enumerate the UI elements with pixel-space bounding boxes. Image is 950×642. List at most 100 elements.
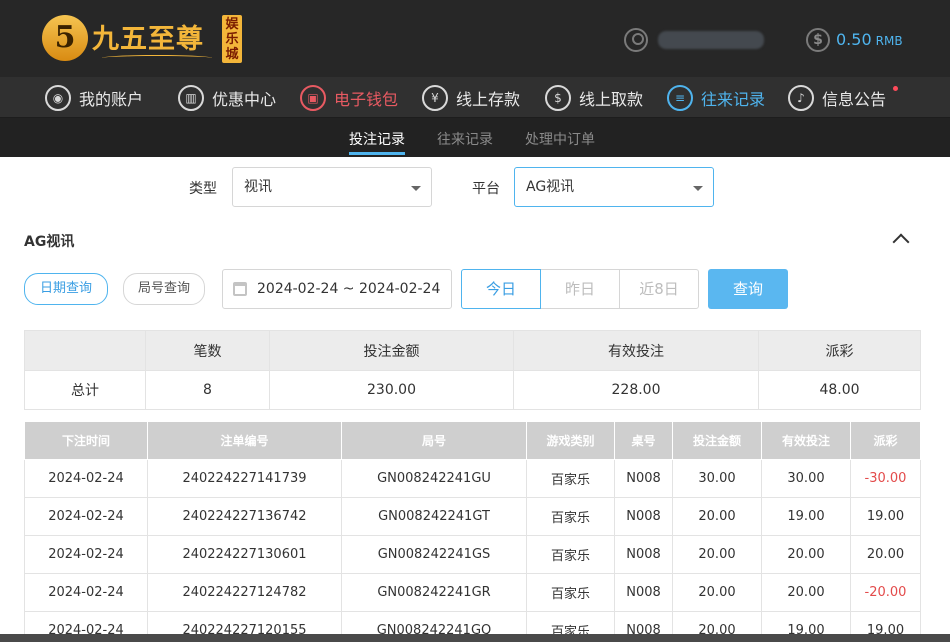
nav-deposit[interactable]: ¥ 线上存款 [422,84,520,112]
cell-round-id: GN008242241GR [341,573,527,612]
tab-bet-records[interactable]: 投注记录 [349,129,405,149]
platform-label: 平台 [472,181,500,197]
today-button[interactable]: 今日 [461,269,541,309]
cell-order-id: 240224227130601 [147,535,342,574]
cell-bet-amount: 20.00 [672,535,762,574]
nav-label: 线上存款 [456,90,521,109]
cell-valid-bet: 19.00 [761,497,851,536]
cell-round-id: GN008242241GU [341,459,527,498]
column-header: 有效投注 [761,421,851,460]
summary-cell: 总计 [24,370,146,410]
notification-dot [893,86,898,91]
column-header: 下注时间 [24,421,148,460]
column-header: 游戏类别 [526,421,615,460]
cell-round-id: GN008242241GT [341,497,527,536]
cell-bet-time: 2024-02-24 [24,459,148,498]
withdraw-icon: $ [545,85,571,111]
coin-icon: $ [806,28,830,52]
table-header-row: 下注时间 注单编号 局号 游戏类别 桌号 投注金额 有效投注 派彩 [24,421,921,460]
type-select-value: 视讯 [244,179,272,195]
column-header: 注单编号 [147,421,342,460]
cell-order-id: 240224227124782 [147,573,342,612]
logo[interactable]: 5 九五至尊 娱乐城 [42,13,242,65]
nav-withdraw[interactable]: $ 线上取款 [545,84,643,112]
nav-promotions[interactable]: ▥ 优惠中心 [178,84,276,112]
table-row: 2024-02-24 240224227130601 GN008242241GS… [24,535,921,574]
type-label: 类型 [189,181,217,197]
balance-amount: 0.50 [836,30,872,49]
cell-valid-bet: 20.00 [761,535,851,574]
summary-header: 投注金额 [269,330,514,371]
tab-transaction-records[interactable]: 往来记录 [437,129,493,149]
records-icon: ≡ [667,85,693,111]
nav-e-wallet[interactable]: ▣ 电子钱包 [300,84,398,112]
date-query-button[interactable]: 日期查询 [24,273,108,305]
balance-currency: RMB [875,34,903,48]
cell-bet-amount: 20.00 [672,497,762,536]
cell-bet-time: 2024-02-24 [24,535,148,574]
summary-cell: 8 [145,370,270,410]
calendar-icon [233,282,247,296]
yesterday-button[interactable]: 昨日 [540,269,620,309]
nav-label: 电子钱包 [334,90,399,109]
round-query-button[interactable]: 局号查询 [123,273,205,305]
active-tab-indicator [349,152,405,155]
horizontal-scrollbar[interactable] [0,634,950,642]
table-row: 2024-02-24 240224227141739 GN008242241GU… [24,459,921,498]
cell-payout: 19.00 [850,497,921,536]
tab-pending-orders[interactable]: 处理中订单 [525,129,595,149]
cell-game-type: 百家乐 [526,573,615,612]
nav-announcements[interactable]: ♪ 信息公告 [788,84,886,112]
bet-records-table: 下注时间 注单编号 局号 游戏类别 桌号 投注金额 有效投注 派彩 2024-0… [24,421,921,642]
balance-display: 0.50 RMB [836,30,903,49]
cell-round-id: GN008242241GS [341,535,527,574]
cell-bet-amount: 20.00 [672,573,762,612]
user-icon[interactable] [624,28,648,52]
user-icon: ◉ [45,85,71,111]
cell-bet-time: 2024-02-24 [24,497,148,536]
bell-icon: ♪ [788,85,814,111]
gift-icon: ▥ [178,85,204,111]
date-range-input[interactable]: 2024-02-24 ~ 2024-02-24 [222,269,452,309]
cell-game-type: 百家乐 [526,497,615,536]
cell-table-no: N008 [614,573,673,612]
summary-total-row: 总计 8 230.00 228.00 48.00 [24,370,921,410]
summary-header: 有效投注 [513,330,759,371]
cell-payout: 20.00 [850,535,921,574]
nav-records[interactable]: ≡ 往来记录 [667,84,765,112]
nav-label: 信息公告 [822,90,887,109]
nav-label: 线上取款 [579,90,644,109]
type-select[interactable]: 视讯 [232,167,432,207]
cell-order-id: 240224227136742 [147,497,342,536]
quick-date-group: 今日 昨日 近8日 [461,269,699,309]
nav-label: 往来记录 [701,90,766,109]
cell-game-type: 百家乐 [526,459,615,498]
nav-label: 我的账户 [79,90,144,109]
summary-header [24,330,146,371]
summary-cell: 230.00 [269,370,514,410]
deposit-icon: ¥ [422,85,448,111]
query-button[interactable]: 查询 [708,269,788,309]
last-8-days-button[interactable]: 近8日 [619,269,699,309]
nav-my-account[interactable]: ◉ 我的账户 [45,84,143,112]
summary-table: 笔数 投注金额 有效投注 派彩 总计 8 230.00 228.00 48.00 [24,330,921,410]
cell-bet-time: 2024-02-24 [24,573,148,612]
platform-select[interactable]: AG视讯 [514,167,714,207]
summary-cell: 228.00 [513,370,759,410]
column-header: 局号 [341,421,527,460]
cell-table-no: N008 [614,459,673,498]
cell-table-no: N008 [614,497,673,536]
cell-game-type: 百家乐 [526,535,615,574]
logo-badge: 5 [42,15,88,61]
chevron-down-icon [693,186,703,191]
wallet-icon: ▣ [300,85,326,111]
section-title: AG视讯 [24,234,75,250]
username-redacted [658,31,764,49]
chevron-up-icon[interactable] [892,233,910,251]
summary-header-row: 笔数 投注金额 有效投注 派彩 [24,330,921,371]
top-bar: 5 九五至尊 娱乐城 $ 0.50 RMB [0,0,950,77]
cell-order-id: 240224227141739 [147,459,342,498]
cell-bet-amount: 30.00 [672,459,762,498]
table-row: 2024-02-24 240224227124782 GN008242241GR… [24,573,921,612]
cell-payout: -30.00 [850,459,921,498]
